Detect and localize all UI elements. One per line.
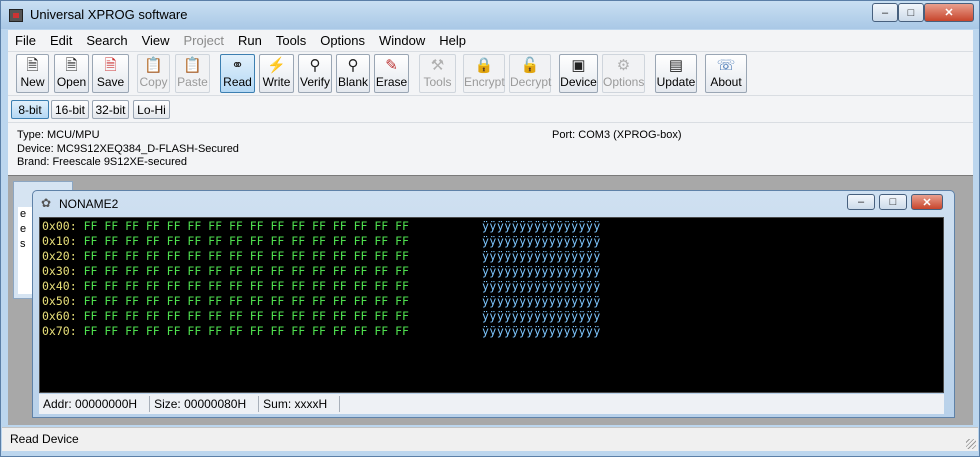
device-brand: Brand: Freescale 9S12XE-secured xyxy=(17,156,187,168)
open-button[interactable]: 🗎 Open xyxy=(54,54,89,93)
hex-row: 0x30: FF FF FF FF FF FF FF FF FF FF FF F… xyxy=(42,264,601,278)
hex-status-bar: Addr: 00000000H Size: 00000080H Sum: xxx… xyxy=(39,394,944,414)
lock-icon: 🔒 xyxy=(474,57,494,74)
document-icon: ✿ xyxy=(41,196,52,210)
open-file-icon: 🗎 xyxy=(65,57,78,74)
child-minimize-button[interactable]: – xyxy=(847,194,875,210)
size-16bit-button[interactable]: 16-bit xyxy=(51,100,89,119)
hex-editor-window[interactable]: ✿ NONAME2 – □ ✕ 0x00: FF FF FF FF FF FF … xyxy=(32,190,955,418)
child-window-title: NONAME2 xyxy=(59,197,119,211)
write-lightning-icon: ⚡ xyxy=(267,57,286,74)
status-text: Read Device xyxy=(10,432,79,446)
menu-tools[interactable]: Tools xyxy=(276,33,306,48)
about-icon: ☏ xyxy=(716,57,736,74)
erase-button[interactable]: ✎ Erase xyxy=(374,54,409,93)
menu-run[interactable]: Run xyxy=(238,33,262,48)
status-bar: Read Device xyxy=(2,427,978,451)
size-readout: Size: 00000080H xyxy=(150,396,260,412)
about-button[interactable]: ☏ About xyxy=(705,54,747,93)
data-width-bar: 8-bit 16-bit 32-bit Lo-Hi xyxy=(8,95,973,122)
magnifier-icon: ⚲ xyxy=(309,57,321,74)
address-readout: Addr: 00000000H xyxy=(39,396,151,412)
verify-button[interactable]: ⚲ Verify xyxy=(298,54,332,93)
hex-dump-view[interactable]: 0x00: FF FF FF FF FF FF FF FF FF FF FF F… xyxy=(39,217,944,393)
chip-icon: ▣ xyxy=(571,57,586,74)
size-32bit-button[interactable]: 32-bit xyxy=(92,100,129,119)
title-bar[interactable]: Universal XPROG software – □ ✕ xyxy=(1,1,979,29)
update-button[interactable]: ▤ Update xyxy=(655,54,697,93)
options-button: ⚙ Options xyxy=(602,54,645,93)
size-8bit-button[interactable]: 8-bit xyxy=(11,100,49,119)
hex-row: 0x00: FF FF FF FF FF FF FF FF FF FF FF F… xyxy=(42,219,601,233)
read-glasses-icon: ⚭ xyxy=(231,57,244,74)
size-lohi-button[interactable]: Lo-Hi xyxy=(133,100,170,119)
port-info: Port: COM3 (XPROG-box) xyxy=(552,129,682,141)
hex-row: 0x10: FF FF FF FF FF FF FF FF FF FF FF F… xyxy=(42,234,601,248)
blank-check-icon: ⚲ xyxy=(347,57,359,74)
read-button[interactable]: ⚭ Read xyxy=(220,54,255,93)
tools-icon: ⚒ xyxy=(430,57,445,74)
hex-row: 0x40: FF FF FF FF FF FF FF FF FF FF FF F… xyxy=(42,279,601,293)
mdi-client-area: e e s ✿ NONAME2 – □ ✕ 0x00: FF FF FF FF … xyxy=(8,175,973,425)
paste-icon: 📋 xyxy=(183,57,202,74)
hex-row: 0x50: FF FF FF FF FF FF FF FF FF FF FF F… xyxy=(42,294,601,308)
menu-window[interactable]: Window xyxy=(379,33,425,48)
close-button[interactable]: ✕ xyxy=(924,3,974,22)
checksum-readout: Sum: xxxxH xyxy=(259,396,341,412)
window-title: Universal XPROG software xyxy=(30,7,188,22)
menu-file[interactable]: File xyxy=(15,33,36,48)
menu-view[interactable]: View xyxy=(142,33,170,48)
write-button[interactable]: ⚡ Write xyxy=(259,54,294,93)
menu-help[interactable]: Help xyxy=(439,33,466,48)
unlock-icon: 🔓 xyxy=(520,57,540,74)
child-maximize-button[interactable]: □ xyxy=(879,194,907,210)
child-close-button[interactable]: ✕ xyxy=(911,194,943,210)
tools-button: ⚒ Tools xyxy=(419,54,456,93)
app-icon xyxy=(9,9,23,22)
eraser-icon: ✎ xyxy=(385,57,398,74)
menu-project: Project xyxy=(183,33,224,48)
paste-button: 📋 Paste xyxy=(175,54,210,93)
options-icon: ⚙ xyxy=(616,57,631,74)
menu-options[interactable]: Options xyxy=(320,33,365,48)
save-icon: 🗎 xyxy=(104,57,117,74)
device-type: Type: MCU/MPU xyxy=(17,129,100,141)
device-info-panel: Type: MCU/MPU Device: MC9S12XEQ384_D-FLA… xyxy=(8,122,973,175)
minimize-button[interactable]: – xyxy=(872,3,898,22)
blank-button[interactable]: ⚲ Blank xyxy=(336,54,370,93)
resize-grip[interactable] xyxy=(966,439,976,449)
hex-row: 0x60: FF FF FF FF FF FF FF FF FF FF FF F… xyxy=(42,309,601,323)
new-file-icon: 🗎 xyxy=(26,57,39,74)
update-icon: ▤ xyxy=(668,57,684,74)
maximize-button[interactable]: □ xyxy=(898,3,924,22)
hex-row: 0x70: FF FF FF FF FF FF FF FF FF FF FF F… xyxy=(42,324,601,338)
copy-button: 📋 Copy xyxy=(137,54,170,93)
menu-edit[interactable]: Edit xyxy=(50,33,72,48)
encrypt-button: 🔒 Encrypt xyxy=(463,54,505,93)
save-button[interactable]: 🗎 Save xyxy=(92,54,129,93)
main-window: Universal XPROG software – □ ✕ File Edit… xyxy=(0,0,980,457)
menu-search[interactable]: Search xyxy=(86,33,127,48)
decrypt-button: 🔓 Decrypt xyxy=(509,54,551,93)
device-button[interactable]: ▣ Device xyxy=(559,54,598,93)
toolbar: 🗎 New 🗎 Open 🗎 Save 📋 Copy 📋 Paste ⚭ Rea… xyxy=(8,51,973,95)
device-name: Device: MC9S12XEQ384_D-FLASH-Secured xyxy=(17,143,239,155)
new-button[interactable]: 🗎 New xyxy=(16,54,49,93)
copy-icon: 📋 xyxy=(144,57,163,74)
menu-bar: File Edit Search View Project Run Tools … xyxy=(8,30,973,51)
hex-row: 0x20: FF FF FF FF FF FF FF FF FF FF FF F… xyxy=(42,249,601,263)
